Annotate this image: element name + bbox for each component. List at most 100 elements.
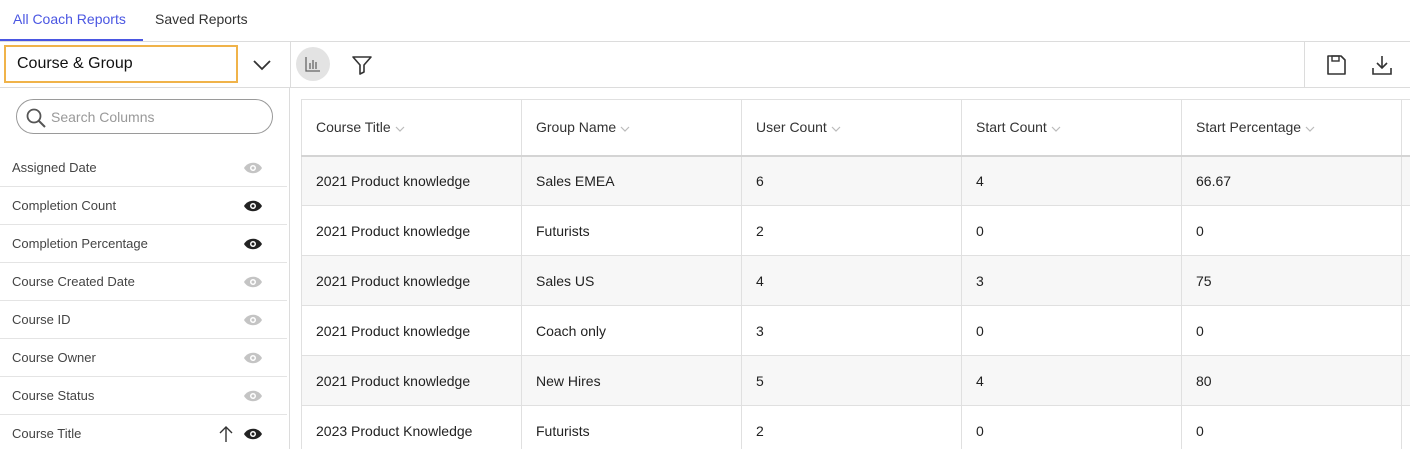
table-cell: 0 bbox=[1181, 405, 1402, 449]
eye-icon[interactable] bbox=[243, 427, 263, 441]
report-table: Course Title Group Name User Count Start Co… bbox=[301, 99, 1410, 449]
table-cell: 75 bbox=[1181, 255, 1402, 306]
table-cell: 2023 Product Knowledge bbox=[301, 405, 522, 449]
report-type-select[interactable]: Course & Group bbox=[4, 45, 238, 83]
table-row[interactable]: 2021 Product knowledge Sales US 4 3 75 bbox=[301, 255, 1410, 306]
table-cell: 3 bbox=[741, 305, 962, 356]
sort-caret-icon[interactable] bbox=[1305, 126, 1315, 132]
filter-icon[interactable] bbox=[350, 53, 374, 77]
column-item-label: Completion Percentage bbox=[12, 236, 148, 251]
column-item[interactable]: Course Owner bbox=[0, 339, 287, 377]
column-header[interactable]: Course Title bbox=[301, 99, 522, 157]
table-cell: Futurists bbox=[521, 205, 742, 256]
table-body: 2021 Product knowledge Sales EMEA 6 4 66.67 2… bbox=[301, 155, 1410, 449]
table-row[interactable]: 2021 Product knowledge Coach only 3 0 0 bbox=[301, 305, 1410, 356]
toolbar-divider bbox=[290, 42, 291, 88]
table-cell: 0 bbox=[961, 305, 1182, 356]
column-item[interactable]: Course ID bbox=[0, 301, 287, 339]
chart-view-button[interactable] bbox=[296, 47, 330, 81]
table-row[interactable]: 2021 Product knowledge Futurists 2 0 0 bbox=[301, 205, 1410, 256]
column-item-label: Course Status bbox=[12, 388, 95, 403]
tab-all-coach-reports[interactable]: All Coach Reports bbox=[0, 0, 143, 41]
columns-panel: Assigned Date Completion Count Completion … bbox=[0, 88, 290, 449]
eye-hidden-icon[interactable] bbox=[243, 161, 263, 175]
table-cell: 0 bbox=[1181, 305, 1402, 356]
column-item[interactable]: Completion Percentage bbox=[0, 225, 287, 263]
table-row[interactable]: 2021 Product knowledge Sales EMEA 6 4 66.67 bbox=[301, 155, 1410, 206]
column-header[interactable]: Start Percentage bbox=[1181, 99, 1402, 157]
table-cell: 2021 Product knowledge bbox=[301, 205, 522, 256]
table-cell: New Hires bbox=[521, 355, 742, 406]
table-cell-overflow bbox=[1401, 205, 1410, 256]
arrow-up-icon[interactable] bbox=[218, 425, 234, 443]
table-cell: 6 bbox=[741, 155, 962, 206]
column-header-label: Group Name bbox=[536, 119, 617, 136]
column-header[interactable]: User Count bbox=[741, 99, 962, 157]
column-header-label: User Count bbox=[756, 119, 827, 136]
search-columns-input[interactable] bbox=[51, 107, 261, 127]
column-item[interactable]: Completion Count bbox=[0, 187, 287, 225]
table-header-row: Course Title Group Name User Count Start Co… bbox=[301, 99, 1410, 157]
column-header[interactable]: Group Name bbox=[521, 99, 742, 157]
report-table-container: Course Title Group Name User Count Start Co… bbox=[301, 99, 1410, 449]
column-item-label: Course Created Date bbox=[12, 274, 135, 289]
column-item-label: Assigned Date bbox=[12, 160, 97, 175]
table-cell: 4 bbox=[961, 155, 1182, 206]
column-item-label: Completion Count bbox=[12, 198, 117, 213]
column-list: Assigned Date Completion Count Completion … bbox=[0, 149, 287, 449]
column-header-label: Start Count bbox=[976, 119, 1047, 136]
download-icon[interactable] bbox=[1370, 53, 1394, 77]
column-item[interactable]: Course Status bbox=[0, 377, 287, 415]
column-item[interactable]: Assigned Date bbox=[0, 149, 287, 187]
table-cell: 2021 Product knowledge bbox=[301, 305, 522, 356]
table-cell: Sales EMEA bbox=[521, 155, 742, 206]
column-item-label: Course Owner bbox=[12, 350, 96, 365]
table-cell: 3 bbox=[961, 255, 1182, 306]
table-cell: 4 bbox=[741, 255, 962, 306]
column-item-label: Course Title bbox=[12, 426, 82, 441]
eye-hidden-icon[interactable] bbox=[243, 389, 263, 403]
column-search[interactable] bbox=[16, 99, 273, 134]
column-header[interactable]: Start Count bbox=[961, 99, 1182, 157]
column-item[interactable]: Course Created Date bbox=[0, 263, 287, 301]
table-cell: 2 bbox=[741, 205, 962, 256]
eye-hidden-icon[interactable] bbox=[243, 313, 263, 327]
table-row[interactable]: 2023 Product Knowledge Futurists 2 0 0 bbox=[301, 405, 1410, 449]
bar-chart-icon bbox=[305, 57, 320, 72]
sort-caret-icon[interactable] bbox=[831, 126, 841, 132]
table-row[interactable]: 2021 Product knowledge New Hires 5 4 80 bbox=[301, 355, 1410, 406]
table-cell: 4 bbox=[961, 355, 1182, 406]
search-icon bbox=[26, 108, 46, 128]
table-cell: 66.67 bbox=[1181, 155, 1402, 206]
report-tabs: All Coach Reports Saved Reports bbox=[0, 0, 1410, 42]
sort-caret-icon[interactable] bbox=[1051, 126, 1061, 132]
column-header-label: Start Percentage bbox=[1196, 119, 1302, 136]
eye-icon[interactable] bbox=[243, 237, 263, 251]
table-cell: Futurists bbox=[521, 405, 742, 449]
table-cell-overflow bbox=[1401, 405, 1410, 449]
table-cell: 2021 Product knowledge bbox=[301, 355, 522, 406]
sort-caret-icon[interactable] bbox=[620, 126, 630, 132]
table-cell: 5 bbox=[741, 355, 962, 406]
table-cell: 0 bbox=[1181, 205, 1402, 256]
table-cell: 0 bbox=[961, 205, 1182, 256]
column-header-overflow bbox=[1401, 99, 1410, 157]
toolbar: Course & Group bbox=[0, 42, 1410, 88]
eye-hidden-icon[interactable] bbox=[243, 275, 263, 289]
table-cell-overflow bbox=[1401, 355, 1410, 406]
table-cell: Sales US bbox=[521, 255, 742, 306]
table-cell-overflow bbox=[1401, 155, 1410, 206]
column-item[interactable]: Course Title bbox=[0, 415, 287, 449]
chevron-down-icon[interactable] bbox=[250, 54, 274, 76]
toolbar-divider-right bbox=[1304, 42, 1305, 88]
table-cell: 2 bbox=[741, 405, 962, 449]
sort-caret-icon[interactable] bbox=[395, 126, 405, 132]
table-cell-overflow bbox=[1401, 305, 1410, 356]
tab-saved-reports[interactable]: Saved Reports bbox=[143, 0, 248, 41]
table-cell: Coach only bbox=[521, 305, 742, 356]
table-cell: 0 bbox=[961, 405, 1182, 449]
eye-hidden-icon[interactable] bbox=[243, 351, 263, 365]
save-icon[interactable] bbox=[1324, 53, 1348, 77]
eye-icon[interactable] bbox=[243, 199, 263, 213]
column-item-label: Course ID bbox=[12, 312, 71, 327]
